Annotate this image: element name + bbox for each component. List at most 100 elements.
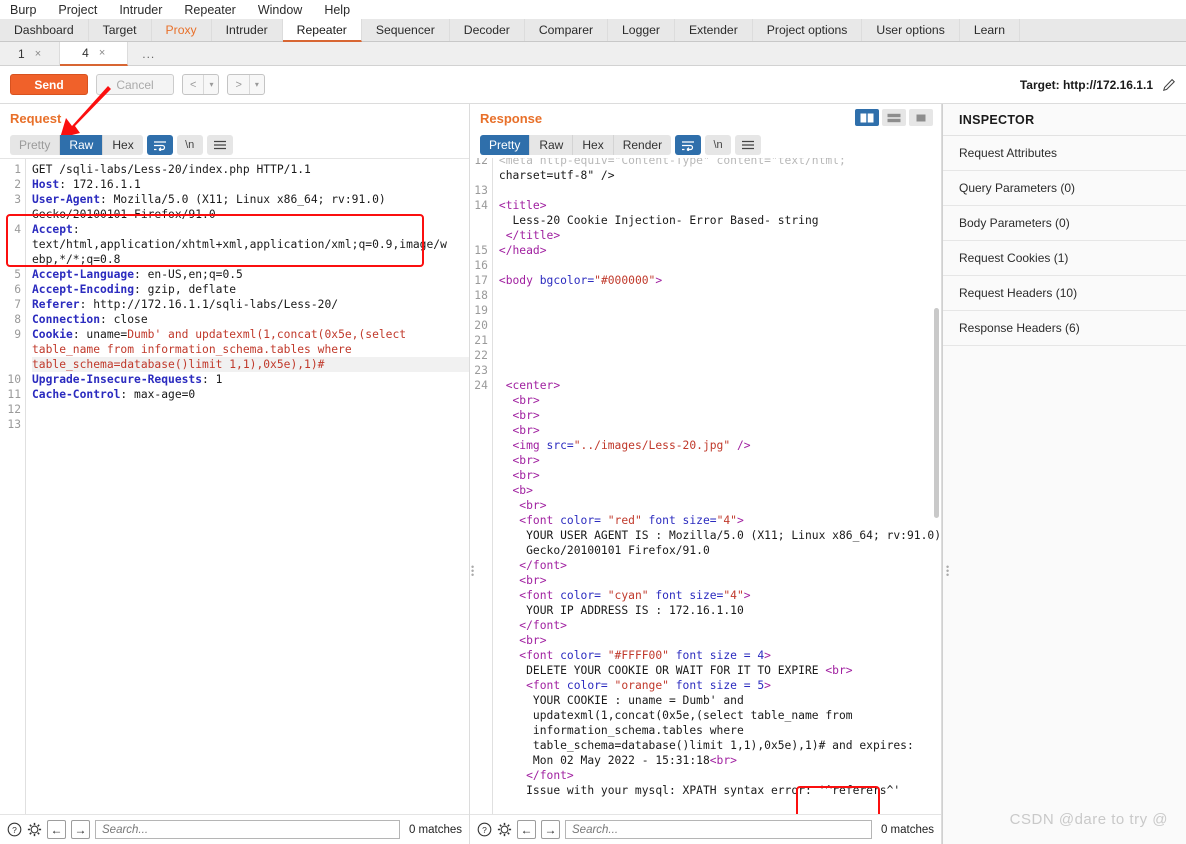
single-pane-icon[interactable] <box>909 109 933 126</box>
line-number <box>470 228 488 243</box>
menu-item-intruder[interactable]: Intruder <box>119 3 162 17</box>
help-circle-icon[interactable]: ? <box>477 822 492 837</box>
menu-item-repeater[interactable]: Repeater <box>184 3 235 17</box>
code-token: Cookie <box>32 328 73 341</box>
line-number <box>470 498 488 513</box>
code-line: YOUR IP ADDRESS IS : 172.16.1.10 <box>499 603 941 618</box>
tab-extender[interactable]: Extender <box>675 19 753 41</box>
show-newline-button[interactable]: \n <box>176 135 203 155</box>
tab-sequencer[interactable]: Sequencer <box>362 19 450 41</box>
gear-icon[interactable] <box>27 822 42 837</box>
response-scrollbar[interactable] <box>934 308 939 518</box>
go-forward-button[interactable]: > ▾ <box>227 74 265 95</box>
inspector-row-request-attributes[interactable]: Request Attributes <box>943 136 1186 171</box>
tab-user-options[interactable]: User options <box>862 19 960 41</box>
response-tab-pretty[interactable]: Pretty <box>480 135 531 155</box>
code-token: src= <box>546 439 574 452</box>
menu-item-window[interactable]: Window <box>258 3 302 17</box>
pencil-icon[interactable] <box>1162 78 1176 92</box>
code-token: > <box>736 514 744 527</box>
repeater-tab-4[interactable]: 4 × <box>60 42 129 66</box>
response-tab-render[interactable]: Render <box>613 135 672 155</box>
code-line: Cache-Control: max-age=0 <box>32 387 469 402</box>
chevron-down-icon[interactable]: ▾ <box>204 75 218 94</box>
code-token: YOUR COOKIE : uname = Dumb' and <box>498 694 744 707</box>
code-token: color= <box>560 649 601 662</box>
help-circle-icon[interactable]: ? <box>7 822 22 837</box>
response-splitter-handle[interactable]: • • • <box>946 563 949 587</box>
arrow-right-icon[interactable]: → <box>71 820 90 839</box>
gear-icon[interactable] <box>497 822 512 837</box>
code-line: Connection: close <box>32 312 469 327</box>
inspector-row-body-parameters[interactable]: Body Parameters (0) <box>943 206 1186 241</box>
code-token: <br> <box>498 454 540 467</box>
close-icon[interactable]: × <box>99 47 105 59</box>
show-newline-button[interactable]: \n <box>705 135 732 155</box>
code-line: <br> <box>499 453 941 468</box>
menu-item-project[interactable]: Project <box>58 3 97 17</box>
split-horizontal-icon[interactable] <box>882 109 906 126</box>
repeater-tab-1[interactable]: 1 × <box>0 42 61 65</box>
request-code-lines[interactable]: GET /sqli-labs/Less-20/index.php HTTP/1.… <box>26 159 469 844</box>
tab-dashboard[interactable]: Dashboard <box>0 19 89 41</box>
close-icon[interactable]: × <box>35 48 41 60</box>
menu-item-burp[interactable]: Burp <box>10 3 36 17</box>
inspector-row-query-parameters[interactable]: Query Parameters (0) <box>943 171 1186 206</box>
code-token: updatexml(1,concat(0x5e,(select table_na… <box>498 709 853 722</box>
hamburger-menu-icon[interactable] <box>735 135 762 155</box>
word-wrap-icon[interactable] <box>675 135 702 155</box>
arrow-left-icon[interactable]: ← <box>517 820 536 839</box>
arrow-left-icon[interactable]: ← <box>47 820 66 839</box>
code-token: Referer <box>32 298 80 311</box>
tab-project-options[interactable]: Project options <box>753 19 863 41</box>
tab-logger[interactable]: Logger <box>608 19 675 41</box>
response-tab-raw[interactable]: Raw <box>530 135 574 155</box>
request-editor[interactable]: 1 2 3 4 5 6 7 8 9 10 11 12 13 GET /sqli-labs/Less-20… <box>0 158 469 844</box>
request-splitter-handle[interactable]: • • • <box>471 563 474 587</box>
tab-intruder[interactable]: Intruder <box>212 19 283 41</box>
tab-comparer[interactable]: Comparer <box>525 19 609 41</box>
request-tab-raw[interactable]: Raw <box>60 135 104 155</box>
go-back-button[interactable]: < ▾ <box>182 74 220 95</box>
code-line: Accept: <box>32 222 469 237</box>
tab-learn[interactable]: Learn <box>960 19 1020 41</box>
code-token: <br> <box>498 634 547 647</box>
code-token: Accept <box>32 223 73 236</box>
code-token: > <box>764 649 771 662</box>
tab-target[interactable]: Target <box>89 19 152 41</box>
line-number <box>470 588 488 603</box>
repeater-tab-bar: 1 × 4 × ... <box>0 42 1186 66</box>
request-tab-pretty[interactable]: Pretty <box>10 135 61 155</box>
tab-proxy[interactable]: Proxy <box>152 19 212 41</box>
code-line: <center> <box>499 378 941 393</box>
send-button[interactable]: Send <box>10 74 88 95</box>
request-search-input[interactable]: Search... <box>95 820 400 839</box>
response-editor[interactable]: 12 13 14 15 16 17 18 19 20 21 22 23 24 <meta http-eq… <box>470 158 941 844</box>
tab-repeater[interactable]: Repeater <box>282 19 362 42</box>
chevron-down-icon[interactable]: ▾ <box>250 75 264 94</box>
hamburger-menu-icon[interactable] <box>206 135 233 155</box>
line-number <box>470 618 488 633</box>
request-match-count: 0 matches <box>408 823 462 836</box>
response-tab-hex[interactable]: Hex <box>573 135 614 155</box>
inspector-pane: INSPECTOR Request Attributes Query Param… <box>942 104 1186 844</box>
repeater-tab-new[interactable]: ... <box>128 42 169 65</box>
inspector-row-request-cookies[interactable]: Request Cookies (1) <box>943 241 1186 276</box>
response-search-input[interactable]: Search... <box>565 820 872 839</box>
cancel-button[interactable]: Cancel <box>96 74 174 95</box>
line-number <box>0 207 21 222</box>
inspector-row-request-headers[interactable]: Request Headers (10) <box>943 276 1186 311</box>
split-vertical-icon[interactable] <box>855 109 879 126</box>
inspector-row-response-headers[interactable]: Response Headers (6) <box>943 311 1186 346</box>
code-token: Mon 02 May 2022 - 15:31:18 <box>498 754 710 767</box>
menu-item-help[interactable]: Help <box>324 3 350 17</box>
code-token: bgcolor= <box>539 274 595 287</box>
arrow-right-icon[interactable]: → <box>541 820 560 839</box>
tab-decoder[interactable]: Decoder <box>450 19 525 41</box>
request-tab-hex[interactable]: Hex <box>103 135 143 155</box>
code-token: <font <box>498 679 567 692</box>
word-wrap-icon[interactable] <box>146 135 173 155</box>
